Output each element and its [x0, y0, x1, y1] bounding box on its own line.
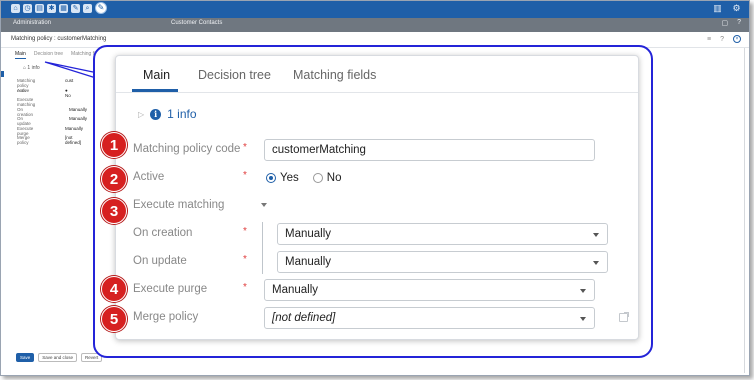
document-icon[interactable]: ▤	[35, 4, 44, 13]
save-and-close-button[interactable]: Save and close	[38, 353, 78, 362]
step-badge-3: 3	[101, 198, 127, 224]
divider	[744, 48, 745, 373]
on-update-label: On update	[133, 255, 187, 267]
row-label: Active	[17, 87, 30, 93]
active-no-radio[interactable]	[312, 173, 323, 183]
breadcrumb-bar: Administration Customer Contacts ▢ ?	[1, 18, 749, 32]
tab-bar: Main Decision tree Matching fields	[116, 56, 638, 93]
info-label: 1 info	[167, 107, 197, 121]
selection-marker	[1, 71, 4, 77]
merge-policy-label: Merge policy	[133, 311, 199, 323]
required-marker: *	[243, 170, 247, 181]
row-value[interactable]: Manually	[69, 116, 87, 121]
info-toggle[interactable]: ▷ i 1 info	[138, 107, 197, 121]
active-label: Active	[133, 171, 165, 183]
save-button[interactable]: Save	[16, 353, 35, 362]
background-info[interactable]: ⌂ 1 info	[23, 65, 40, 71]
execute-purge-value: Manually	[272, 284, 319, 296]
on-creation-value: Manually	[285, 228, 332, 240]
close-icon[interactable]: ×	[733, 35, 741, 43]
form-card: Main Decision tree Matching fields ▷ i 1…	[115, 55, 639, 340]
tab-decision-tree[interactable]: Decision tree	[198, 68, 271, 82]
matching-policy-code-label: Matching policy code	[133, 143, 241, 155]
settings-icon[interactable]: ⚙	[732, 4, 741, 13]
row-value[interactable]: Manually	[65, 126, 83, 131]
collapse-caret-icon[interactable]	[261, 203, 267, 207]
wrench-icon[interactable]: ✎	[71, 4, 80, 13]
active-no-label[interactable]: No	[327, 172, 342, 184]
breadcrumb-module[interactable]: Customer Contacts	[171, 20, 222, 26]
chevron-down-icon	[580, 289, 586, 293]
columns-icon[interactable]: ▥	[713, 4, 722, 13]
help-icon[interactable]: ?	[720, 36, 724, 43]
required-marker: *	[243, 282, 247, 293]
row-label: Execute purge	[17, 125, 34, 136]
clock-icon[interactable]: ◷	[23, 4, 32, 13]
step-badge-2: 2	[101, 166, 127, 192]
on-creation-select[interactable]: Manually	[277, 223, 608, 245]
on-creation-label: On creation	[133, 227, 193, 239]
row-label: Merge policy	[17, 135, 30, 145]
tab-decision-tree[interactable]: Decision tree	[34, 51, 63, 59]
row-value[interactable]: cust	[65, 78, 73, 83]
background-info-label: 1 info	[27, 65, 40, 71]
step-badge-5: 5	[101, 306, 127, 332]
maximize-icon[interactable]: ▢	[721, 19, 728, 27]
row-label: On creation	[17, 106, 34, 117]
merge-policy-value: [not defined]	[272, 312, 336, 324]
top-toolbar: ⌂ ◷ ▤ ✱ ▦ ✎ ⌕ ✎ ▥ ⚙	[1, 1, 749, 18]
info-icon: i	[150, 108, 162, 120]
page-title: Matching policy : customerMatching	[11, 36, 107, 42]
active-yes-radio[interactable]	[266, 173, 276, 183]
background-tabs: Main Decision tree Matching fi	[15, 51, 95, 59]
row-value[interactable]: ● No	[65, 88, 71, 98]
matching-policy-code-input[interactable]: customerMatching	[264, 139, 595, 161]
active-yes-label[interactable]: Yes	[280, 172, 299, 184]
on-update-select[interactable]: Manually	[277, 251, 608, 273]
external-link-icon[interactable]	[619, 312, 629, 322]
merge-policy-select[interactable]: [not defined]	[264, 307, 595, 329]
chevron-down-icon	[593, 261, 599, 265]
help-icon[interactable]: ?	[737, 19, 741, 27]
tab-matching-fields[interactable]: Matching fi	[71, 51, 95, 59]
active-tab-indicator	[132, 89, 178, 92]
home-icon[interactable]: ⌂	[11, 4, 20, 13]
step-badge-1: 1	[101, 132, 127, 158]
tab-matching-fields[interactable]: Matching fields	[293, 68, 376, 82]
step-badge-4: 4	[101, 276, 127, 302]
active-radio-group: Yes No	[266, 172, 341, 184]
tab-main[interactable]: Main	[15, 51, 26, 59]
required-marker: *	[243, 226, 247, 237]
database-icon[interactable]: ▦	[59, 4, 68, 13]
execute-purge-select[interactable]: Manually	[264, 279, 595, 301]
execute-matching-label: Execute matching	[133, 199, 225, 211]
tab-main[interactable]: Main	[143, 68, 170, 82]
required-marker: *	[243, 254, 247, 265]
row-label: On update	[17, 116, 31, 126]
row-value[interactable]: Manually	[69, 107, 87, 112]
group-indent-line	[262, 222, 263, 274]
gear-icon[interactable]: ✱	[47, 4, 56, 13]
chevron-down-icon	[580, 317, 586, 321]
on-update-value: Manually	[285, 256, 332, 268]
pen-icon[interactable]: ✎	[95, 2, 107, 14]
search-icon[interactable]: ⌕	[83, 4, 92, 13]
breadcrumb-section[interactable]: Administration	[13, 20, 51, 26]
execute-purge-label: Execute purge	[133, 283, 208, 295]
chevron-down-icon	[593, 233, 599, 237]
expand-caret-icon: ▷	[138, 109, 145, 119]
menu-icon[interactable]: ≡	[707, 36, 711, 43]
form-actions: Save Save and close Revert	[16, 353, 103, 362]
row-label: Execute matching	[17, 97, 36, 107]
required-marker: *	[243, 142, 247, 153]
row-value[interactable]: [not defined]	[65, 135, 81, 145]
